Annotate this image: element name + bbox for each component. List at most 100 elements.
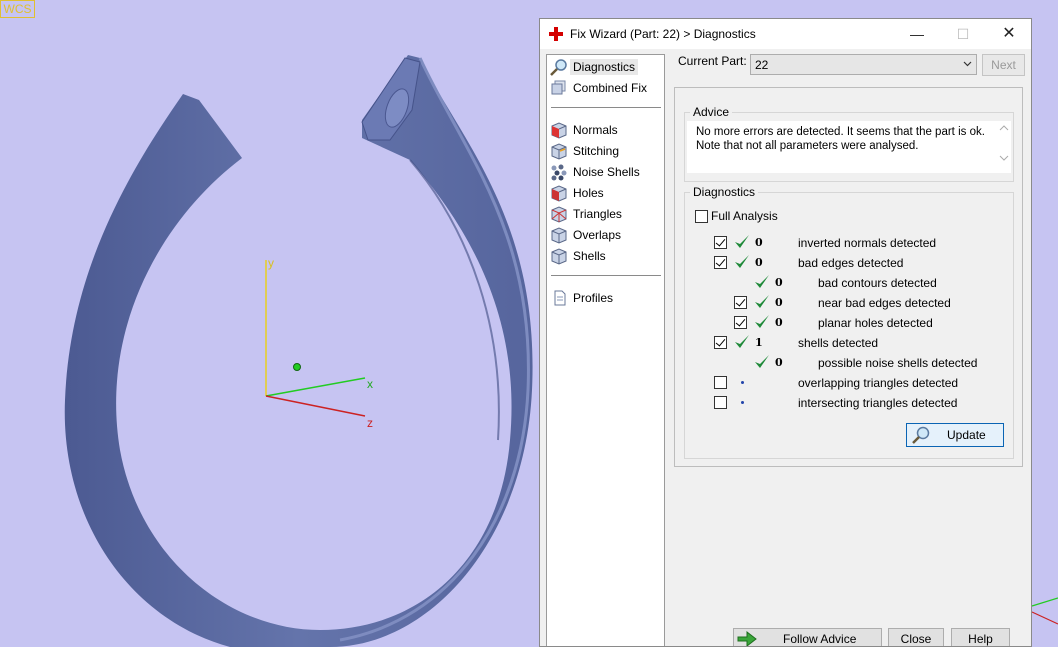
minimize-button[interactable]: — <box>894 19 940 49</box>
advice-scrollbar[interactable] <box>997 121 1011 165</box>
nav-label: Profiles <box>573 291 614 305</box>
nav-label: Overlaps <box>573 228 622 242</box>
normals-cube-icon <box>551 122 567 139</box>
row-count: 1 <box>755 336 763 349</box>
nav-item-triangles[interactable]: Triangles <box>549 204 622 224</box>
row-count: 0 <box>775 296 783 309</box>
diagnostic-row: 0 possible noise shells detected <box>685 353 1005 373</box>
row-label: near bad edges detected <box>818 296 951 310</box>
nav-item-diagnostics[interactable]: Diagnostics <box>549 57 639 77</box>
green-check-icon <box>755 355 769 368</box>
diagnostic-row: 0 inverted normals detected <box>685 233 1005 253</box>
advice-line: No more errors are detected. It seems th… <box>696 126 985 138</box>
profiles-page-icon <box>554 290 566 306</box>
diagnostics-title: Diagnostics <box>690 185 759 199</box>
diagnostics-panel: Advice No more errors are detected. It s… <box>674 87 1023 467</box>
row-label: bad edges detected <box>798 256 904 270</box>
row-checkbox[interactable] <box>714 336 727 349</box>
current-part-label: Current Part: <box>678 54 747 68</box>
row-label: shells detected <box>798 336 879 350</box>
green-check-icon <box>755 275 769 288</box>
nav-divider <box>551 275 661 276</box>
row-checkbox[interactable] <box>734 296 747 309</box>
nav-label: Combined Fix <box>573 81 648 95</box>
maximize-button[interactable]: ☐ <box>940 19 986 49</box>
arrow-right-icon <box>737 630 757 646</box>
row-label: possible noise shells detected <box>818 356 978 370</box>
z-axis-label: z <box>367 416 373 430</box>
full-analysis-label: Full Analysis <box>711 209 778 223</box>
red-cross-icon <box>549 27 563 41</box>
row-checkbox[interactable] <box>714 376 727 389</box>
update-label: Update <box>947 428 986 442</box>
nav-label: Diagnostics <box>570 59 639 75</box>
nav-item-normals[interactable]: Normals <box>549 120 618 140</box>
nav-item-shells[interactable]: Shells <box>549 246 606 266</box>
nav-item-overlaps[interactable]: Overlaps <box>549 225 621 245</box>
row-checkbox[interactable] <box>714 396 727 409</box>
help-button[interactable]: Help <box>951 628 1010 646</box>
x-axis-label: x <box>367 377 373 391</box>
triangles-cube-icon <box>551 206 567 223</box>
row-count: 0 <box>755 236 763 249</box>
row-checkbox[interactable] <box>734 316 747 329</box>
overlaps-cube-icon <box>551 227 567 244</box>
row-label: inverted normals detected <box>798 236 937 250</box>
nav-divider <box>551 107 661 108</box>
nav-item-holes[interactable]: Holes <box>549 183 604 203</box>
nav-item-noise-shells[interactable]: Noise Shells <box>549 162 640 182</box>
checkbox[interactable] <box>695 209 708 223</box>
diagnostic-row: 0 bad contours detected <box>685 273 1005 293</box>
advice-text-box[interactable]: No more errors are detected. It seems th… <box>687 121 1011 173</box>
follow-advice-button[interactable]: Follow Advice <box>733 628 882 646</box>
diagnostic-row: 0 planar holes detected <box>685 313 1005 333</box>
row-label: intersecting triangles detected <box>798 396 958 410</box>
advice-group: Advice No more errors are detected. It s… <box>684 105 1014 182</box>
full-analysis-checkbox[interactable]: Full Analysis <box>695 209 778 223</box>
nav-item-combined-fix[interactable]: Combined Fix <box>549 78 647 98</box>
nav-label: Triangles <box>573 207 622 221</box>
diagnostic-row: intersecting triangles detected <box>685 393 1005 413</box>
row-checkbox[interactable] <box>714 256 727 269</box>
nav-label: Stitching <box>573 144 620 158</box>
green-check-icon <box>735 255 749 268</box>
window-title: Fix Wizard (Part: 22) > Diagnostics <box>570 27 756 41</box>
noise-shells-icon <box>551 164 567 181</box>
stitching-cube-icon <box>551 143 567 160</box>
green-check-icon <box>735 335 749 348</box>
nav-label: Shells <box>573 249 606 263</box>
y-axis-label: y <box>268 256 274 270</box>
row-count: 0 <box>755 256 763 269</box>
follow-advice-label: Follow Advice <box>783 632 857 646</box>
nav-item-stitching[interactable]: Stitching <box>549 141 619 161</box>
row-label: bad contours detected <box>818 276 937 290</box>
row-count: 0 <box>775 316 783 329</box>
magnifier-icon <box>550 59 567 76</box>
update-button[interactable]: Update <box>906 423 1004 447</box>
holes-cube-icon <box>551 185 567 202</box>
nav-label: Noise Shells <box>573 165 640 179</box>
title-bar[interactable]: Fix Wizard (Part: 22) > Diagnostics — ☐ … <box>540 19 1031 49</box>
green-check-icon <box>755 295 769 308</box>
close-button[interactable]: Close <box>888 628 944 646</box>
diagnostics-group: Diagnostics Full Analysis 0 inverted norm… <box>684 185 1014 459</box>
green-check-icon <box>755 315 769 328</box>
current-part-value: 22 <box>755 58 769 72</box>
next-button[interactable]: Next <box>982 54 1025 76</box>
diagnostic-row: 0 near bad edges detected <box>685 293 1005 313</box>
fix-wizard-dialog: Fix Wizard (Part: 22) > Diagnostics — ☐ … <box>539 18 1032 647</box>
diagnostic-row: 1 shells detected <box>685 333 1005 353</box>
advice-title: Advice <box>690 105 733 119</box>
current-part-select[interactable]: 22 <box>750 54 977 75</box>
not-analysed-dot-icon <box>741 401 744 404</box>
close-window-button[interactable]: ✕ <box>986 19 1031 49</box>
nav-item-profiles[interactable]: Profiles <box>549 288 613 308</box>
row-label: planar holes detected <box>818 316 933 330</box>
nav-label: Normals <box>573 123 618 137</box>
not-analysed-dot-icon <box>741 381 744 384</box>
row-count: 0 <box>775 356 783 369</box>
row-checkbox[interactable] <box>714 236 727 249</box>
diagnostic-row: 0 bad edges detected <box>685 253 1005 273</box>
nav-label: Holes <box>573 186 604 200</box>
wizard-nav: Diagnostics Combined Fix Normals Stitchi… <box>546 54 665 646</box>
